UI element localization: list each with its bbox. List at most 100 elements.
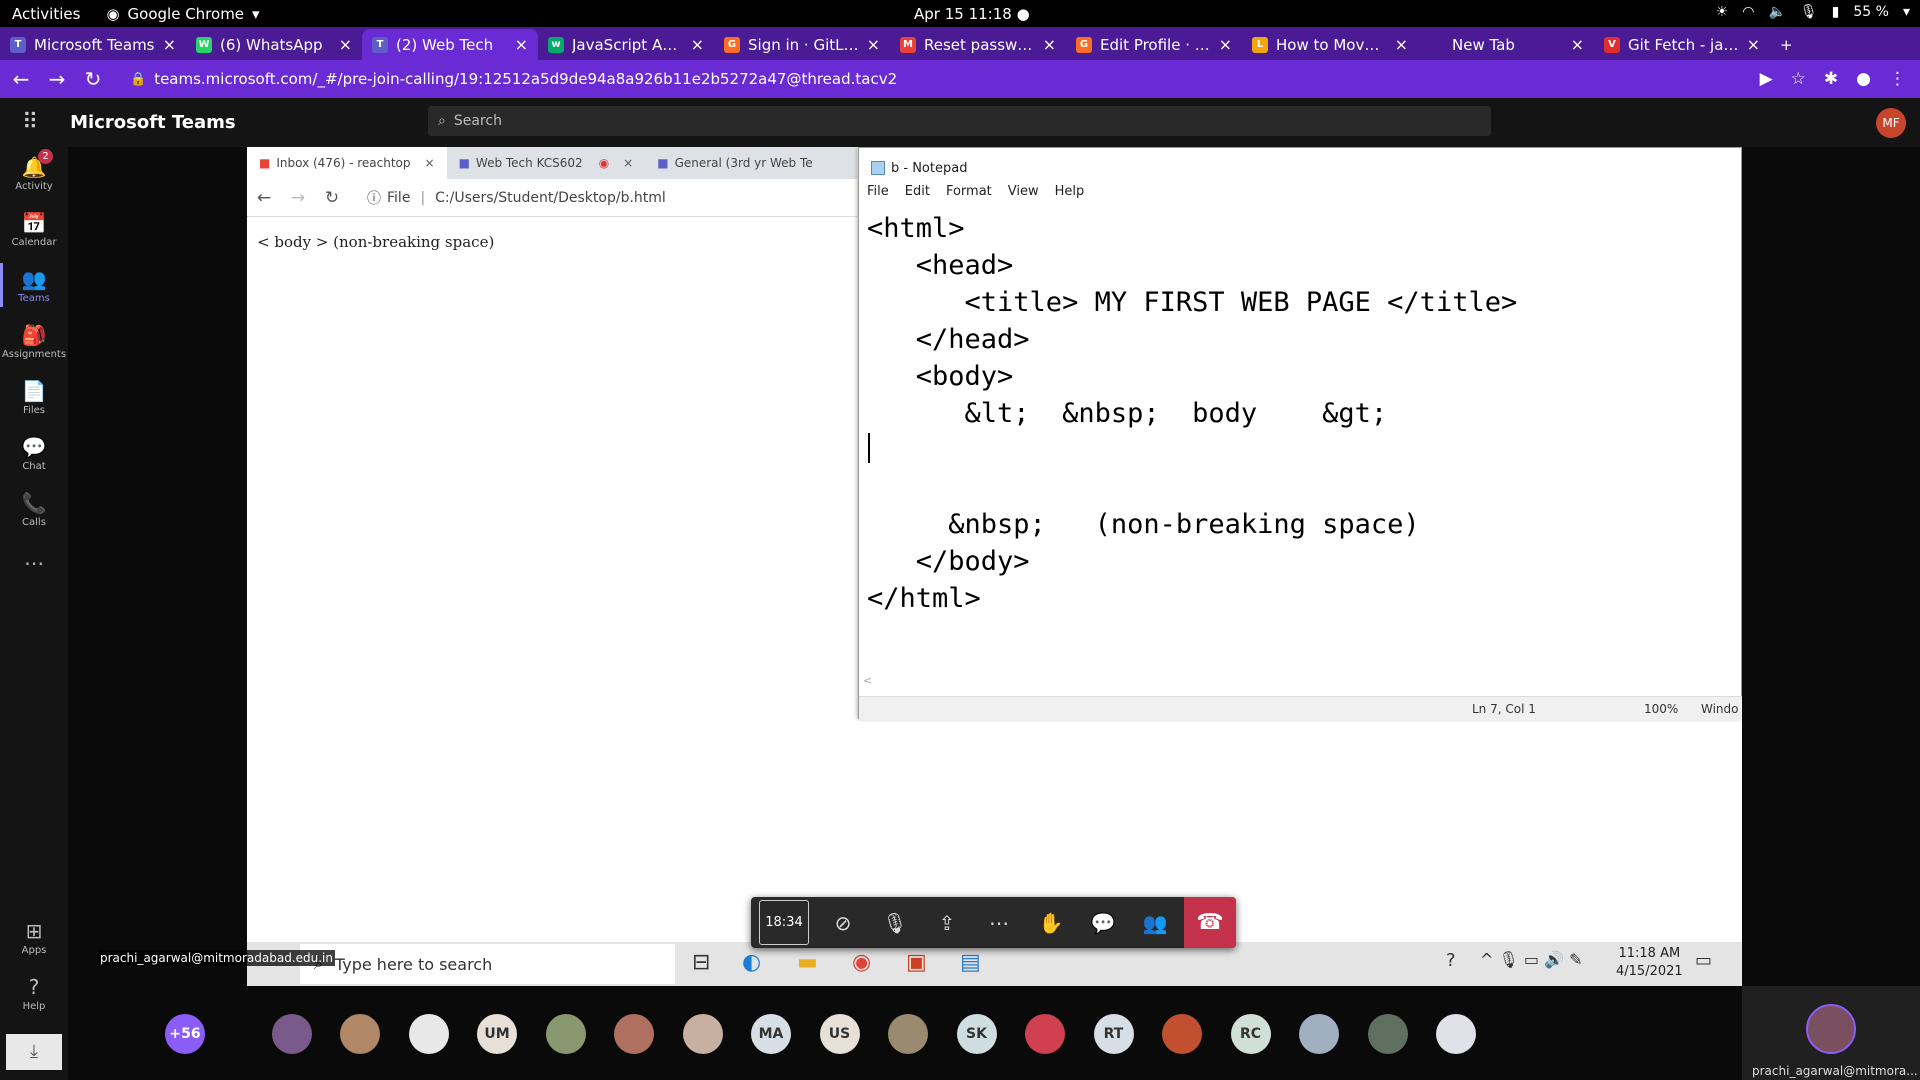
- meeting-controls: 18:34 ⊘ 🎙 ⇪ ⋯ ✋ 💬 👥 ☎: [751, 897, 1236, 948]
- rail-item[interactable]: ⊞ Apps: [0, 919, 68, 956]
- rail-item[interactable]: 🎒 Assignments: [0, 323, 68, 360]
- participant-avatar[interactable]: [888, 1014, 928, 1054]
- tab-favicon-icon: w: [548, 36, 564, 53]
- camera-icon[interactable]: ▶: [1760, 69, 1773, 89]
- participant-avatar[interactable]: [1025, 1014, 1065, 1054]
- camera-off-icon[interactable]: ⊘: [817, 911, 869, 935]
- participant-avatar[interactable]: [614, 1014, 654, 1054]
- participant-avatar[interactable]: [1299, 1014, 1339, 1054]
- participant-avatar[interactable]: RT: [1093, 1014, 1134, 1054]
- close-tab-icon[interactable]: ×: [515, 35, 528, 54]
- rail-item[interactable]: 👥 Teams: [0, 263, 68, 307]
- share-tray-icon[interactable]: ⇪: [921, 911, 973, 935]
- star-icon[interactable]: ☆: [1791, 69, 1806, 89]
- back-icon: ←: [256, 187, 272, 208]
- task-view-icon: ⊟: [692, 950, 711, 975]
- rail-item[interactable]: ⋯: [0, 551, 68, 577]
- rail-item[interactable]: 📅 Calendar: [0, 211, 68, 248]
- raise-hand-icon[interactable]: ✋: [1025, 911, 1077, 935]
- chrome-tab[interactable]: W (6) WhatsApp ×: [186, 29, 362, 60]
- chrome-tab[interactable]: w JavaScript Array ×: [538, 29, 714, 60]
- system-tray[interactable]: ☀ ◠ 🔈 🎙 ▮ 55 % ▾: [1716, 4, 1910, 20]
- participant-avatar[interactable]: [682, 1014, 723, 1054]
- more-actions-icon[interactable]: ⋯: [973, 911, 1025, 935]
- hang-up-icon: ☎: [1196, 910, 1224, 935]
- shared-browser-tab: ■ Web Tech KCS602 ◉ ×: [447, 147, 646, 179]
- close-tab-icon[interactable]: ×: [339, 35, 352, 54]
- shared-browser-toolbar: ← → ↻ ⓘ File | C:/Users/Student/Desktop/…: [247, 179, 857, 217]
- activities-button[interactable]: Activities: [12, 5, 80, 23]
- teams-app-bar: 🔔 Activity 2 📅 Calendar 👥 Teams 🎒 Assignments 📄 Fi…: [0, 147, 68, 1080]
- notepad-window: b - Notepad File Edit Format View Help <html…: [858, 147, 1742, 720]
- folder-icon: ▬: [797, 950, 818, 975]
- close-tab-icon: ×: [623, 156, 634, 170]
- rail-item[interactable]: 📞 Calls: [0, 491, 68, 528]
- windows-search-box: ⌕ Type here to search: [300, 944, 675, 984]
- search-input[interactable]: ⌕ Search: [428, 106, 1491, 136]
- chrome-tab[interactable]: T (2) Web Tech ×: [362, 29, 538, 60]
- app-menu[interactable]: ◉ Google Chrome ▾: [106, 5, 259, 23]
- chrome-tab[interactable]: G Sign in · GitLab ×: [714, 29, 890, 60]
- notepad-menu-item: Edit: [904, 184, 930, 199]
- more-participants[interactable]: +56: [165, 1014, 205, 1054]
- system-clock[interactable]: Apr 15 11:18 ●: [914, 5, 1030, 23]
- participant-avatar[interactable]: [340, 1014, 380, 1054]
- chrome-tab[interactable]: V Git Fetch - javat ×: [1594, 29, 1770, 60]
- shared-browser-tab: ■ Inbox (476) - reachtop ×: [247, 147, 447, 179]
- chrome-tab[interactable]: T Microsoft Teams ×: [0, 29, 186, 60]
- help-icon: ?: [1446, 950, 1456, 971]
- forward-icon[interactable]: →: [42, 67, 72, 91]
- participant-avatar[interactable]: [1162, 1014, 1202, 1054]
- user-avatar[interactable]: MF: [1876, 108, 1906, 138]
- participant-avatar[interactable]: UM: [477, 1014, 517, 1054]
- extensions-icon[interactable]: ✱: [1824, 69, 1838, 89]
- chat-icon[interactable]: 💬: [1077, 911, 1129, 935]
- new-tab-button[interactable]: +: [1770, 29, 1803, 60]
- close-tab-icon[interactable]: ×: [1043, 35, 1056, 54]
- chrome-tab[interactable]: G Edit Profile · Use ×: [1066, 29, 1242, 60]
- chrome-tab[interactable]: New Tab ×: [1418, 29, 1594, 60]
- participant-avatar[interactable]: [1367, 1014, 1408, 1054]
- participant-avatar[interactable]: US: [819, 1014, 860, 1054]
- participant-avatar[interactable]: RC: [1230, 1014, 1271, 1054]
- close-tab-icon[interactable]: ×: [1747, 35, 1760, 54]
- app-launcher-icon[interactable]: ⠿: [22, 110, 38, 135]
- participants-icon[interactable]: 👥: [1129, 911, 1181, 935]
- teams-icon: 👥: [21, 267, 47, 291]
- hang-up-button[interactable]: ☎: [1184, 897, 1236, 948]
- participant-avatar[interactable]: MA: [751, 1014, 791, 1054]
- chrome-tab[interactable]: L How to Move Fil ×: [1242, 29, 1418, 60]
- rail-item[interactable]: 💬 Chat: [0, 435, 68, 472]
- notification-icon: ▭: [1695, 950, 1713, 971]
- close-tab-icon[interactable]: ×: [691, 35, 704, 54]
- participant-avatar[interactable]: [1436, 1014, 1476, 1054]
- participant-avatar[interactable]: [271, 1014, 312, 1054]
- close-tab-icon[interactable]: ×: [867, 35, 880, 54]
- lock-icon[interactable]: 🔒: [130, 72, 146, 87]
- download-icon[interactable]: ⤓: [6, 1034, 62, 1070]
- close-tab-icon[interactable]: ×: [163, 35, 176, 54]
- more-icon: ⋯: [24, 551, 44, 575]
- rail-label: Calendar: [11, 237, 57, 248]
- rail-item[interactable]: 🔔 Activity 2: [0, 149, 68, 192]
- participant-avatar[interactable]: [545, 1014, 586, 1054]
- participant-avatar[interactable]: SK: [956, 1014, 997, 1054]
- close-tab-icon: ×: [424, 156, 435, 170]
- back-icon[interactable]: ←: [6, 67, 36, 91]
- screen-share: ■ Inbox (476) - reachtop × ■ Web Tech KCS602…: [247, 147, 1742, 943]
- kebab-menu-icon[interactable]: ⋮: [1889, 69, 1906, 89]
- close-tab-icon[interactable]: ×: [1571, 35, 1584, 54]
- mic-icon: 🎙: [1799, 4, 1818, 20]
- chrome-tab[interactable]: M Reset password ×: [890, 29, 1066, 60]
- rail-item[interactable]: 📄 Files: [0, 379, 68, 416]
- mic-off-icon[interactable]: 🎙: [869, 911, 921, 935]
- close-tab-icon[interactable]: ×: [1395, 35, 1408, 54]
- close-tab-icon[interactable]: ×: [1219, 35, 1232, 54]
- tab-title: How to Move Fil: [1276, 35, 1387, 54]
- reload-icon[interactable]: ↻: [78, 67, 108, 91]
- participant-avatar[interactable]: [408, 1014, 449, 1054]
- rail-item[interactable]: ? Help: [0, 975, 68, 1012]
- url-field[interactable]: teams.microsoft.com/_#/pre-join-calling/…: [154, 70, 897, 88]
- profile-avatar[interactable]: ●: [1856, 69, 1871, 89]
- tab-title: Web Tech KCS602: [475, 156, 583, 170]
